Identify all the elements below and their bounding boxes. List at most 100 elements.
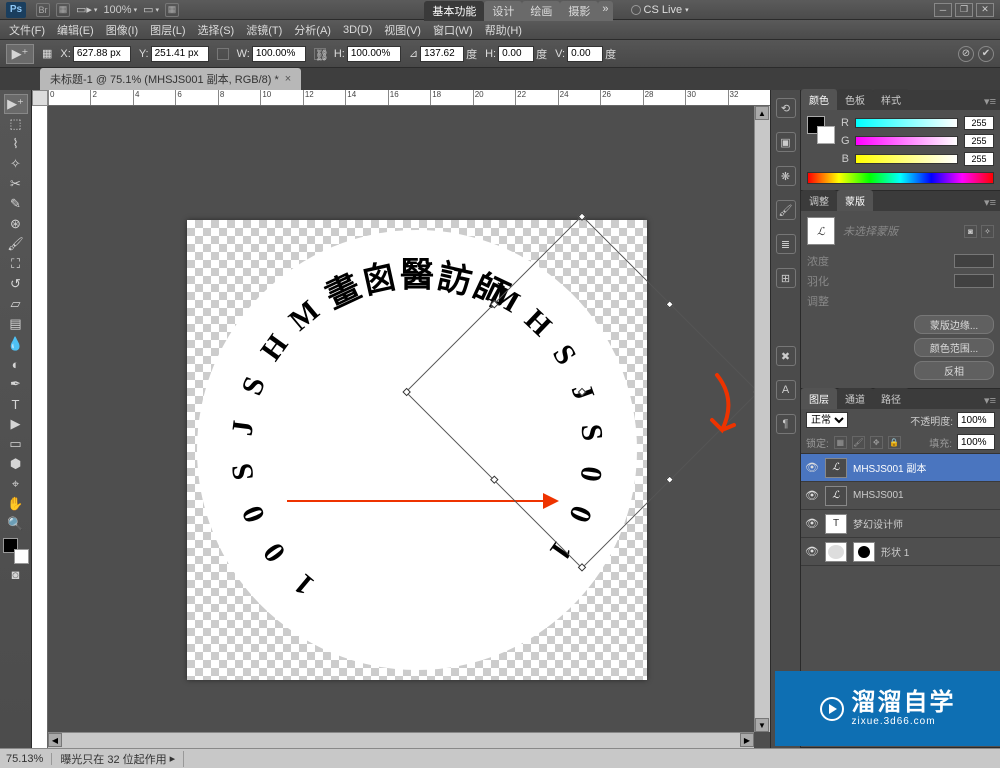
angle-input[interactable] <box>420 46 464 62</box>
tab-channels[interactable]: 通道 <box>837 388 873 409</box>
blur-tool[interactable]: 💧 <box>4 334 28 354</box>
brush-panel-icon[interactable]: 🖌 <box>776 200 796 220</box>
pixel-mask-icon[interactable]: ◙ <box>964 225 977 238</box>
tab-styles[interactable]: 样式 <box>873 89 909 110</box>
lock-pixels-icon[interactable]: 🖌 <box>852 436 865 449</box>
transform-handle[interactable] <box>665 475 673 483</box>
window-minimize[interactable]: ─ <box>934 3 952 17</box>
vskew-input[interactable] <box>567 46 603 62</box>
tab-adjust[interactable]: 调整 <box>801 190 837 211</box>
reference-point-widget[interactable]: ▦ <box>42 47 52 60</box>
slider-r[interactable] <box>855 118 958 128</box>
document-canvas[interactable]: MHSJS001 畫囪醫訪師 MHSJS001 <box>187 220 647 680</box>
panel-menu-icon[interactable]: ▾≡ <box>980 392 1000 409</box>
eraser-tool[interactable]: ▱ <box>4 294 28 314</box>
stamp-tool[interactable]: ⛶ <box>4 254 28 274</box>
actions-panel-icon[interactable]: ▣ <box>776 132 796 152</box>
canvas-scrollbar-horizontal[interactable]: ◀ ▶ <box>48 732 754 748</box>
commit-transform-button[interactable]: ✔ <box>978 46 994 62</box>
gradient-tool[interactable]: ▤ <box>4 314 28 334</box>
scroll-left-button[interactable]: ◀ <box>48 733 62 747</box>
crop-tool[interactable]: ✂ <box>4 174 28 194</box>
scroll-down-button[interactable]: ▼ <box>755 718 769 732</box>
hand-tool[interactable]: ✋ <box>4 494 28 514</box>
color-spectrum[interactable] <box>807 172 994 184</box>
wand-tool[interactable]: ✧ <box>4 154 28 174</box>
scroll-right-button[interactable]: ▶ <box>740 733 754 747</box>
panel-menu-icon[interactable]: ▾≡ <box>980 194 1000 211</box>
clone-panel-icon[interactable]: ⊞ <box>776 268 796 288</box>
menu-layer[interactable]: 图层(L) <box>145 20 190 40</box>
path-select-tool[interactable]: ▶ <box>4 414 28 434</box>
window-restore[interactable]: ❐ <box>955 3 973 17</box>
menu-3d[interactable]: 3D(D) <box>338 22 377 38</box>
menu-filter[interactable]: 滤镜(T) <box>241 20 287 40</box>
panel-fg-bg-swatch[interactable] <box>807 116 835 144</box>
status-info-menu[interactable]: 曝光只在 32 位起作用 ▸ <box>60 751 184 767</box>
pen-tool[interactable]: ✒ <box>4 374 28 394</box>
color-range-button[interactable]: 颜色范围... <box>914 338 994 357</box>
visibility-toggle[interactable]: 👁 <box>805 545 819 558</box>
history-brush-tool[interactable]: ↺ <box>4 274 28 294</box>
menu-analysis[interactable]: 分析(A) <box>289 20 336 40</box>
link-xy-icon[interactable] <box>217 48 229 60</box>
x-input[interactable] <box>73 46 131 62</box>
minibridge-icon[interactable]: ▦ <box>56 3 70 17</box>
feather-input[interactable] <box>954 274 994 288</box>
invert-button[interactable]: 反相 <box>914 361 994 380</box>
tab-color[interactable]: 颜色 <box>801 89 837 110</box>
properties-panel-icon[interactable]: ❋ <box>776 166 796 186</box>
tools-presets-icon[interactable]: ✖ <box>776 346 796 366</box>
fg-bg-swatch[interactable] <box>3 538 29 564</box>
window-close[interactable]: ✕ <box>976 3 994 17</box>
layer-row[interactable]: 👁 ℒ MHSJS001 <box>801 482 1000 510</box>
density-input[interactable] <box>954 254 994 268</box>
quickmask-toggle[interactable]: ◙ <box>4 564 28 584</box>
tab-layers[interactable]: 图层 <box>801 388 837 409</box>
menu-image[interactable]: 图像(I) <box>101 20 143 40</box>
slider-b[interactable] <box>855 154 958 164</box>
y-input[interactable] <box>151 46 209 62</box>
layer-row[interactable]: 👁 T 梦幻设计师 <box>801 510 1000 538</box>
w-input[interactable] <box>252 46 306 62</box>
character-panel-icon[interactable]: A <box>776 380 796 400</box>
tab-swatches[interactable]: 色板 <box>837 89 873 110</box>
h-input[interactable] <box>347 46 401 62</box>
layer-row[interactable]: 👁 ℒ MHSJS001 副本 <box>801 454 1000 482</box>
value-g[interactable] <box>964 134 994 148</box>
mask-edge-button[interactable]: 蒙版边缘... <box>914 315 994 334</box>
ruler-origin[interactable] <box>32 90 48 106</box>
lasso-tool[interactable]: ⌇ <box>4 134 28 154</box>
visibility-toggle[interactable]: 👁 <box>805 489 819 502</box>
layer-row[interactable]: 👁 形状 1 <box>801 538 1000 566</box>
visibility-toggle[interactable]: 👁 <box>805 461 819 474</box>
transform-handle[interactable] <box>665 300 673 308</box>
current-tool-icon[interactable]: ▶⁺ <box>6 44 34 64</box>
brush-presets-panel-icon[interactable]: ≣ <box>776 234 796 254</box>
blend-mode-select[interactable]: 正常 <box>806 412 848 428</box>
lock-transparent-icon[interactable]: ▦ <box>834 436 847 449</box>
tab-paths[interactable]: 路径 <box>873 388 909 409</box>
tab-mask[interactable]: 蒙版 <box>837 190 873 211</box>
fill-input[interactable] <box>957 434 995 450</box>
extras-icon[interactable]: ▦ <box>165 3 179 17</box>
menu-view[interactable]: 视图(V) <box>379 20 426 40</box>
zoom-tool[interactable]: 🔍 <box>4 514 28 534</box>
menu-select[interactable]: 选择(S) <box>193 20 240 40</box>
ruler-vertical[interactable] <box>32 106 48 748</box>
document-tab[interactable]: 未标题-1 @ 75.1% (MHSJS001 副本, RGB/8) * × <box>40 68 301 90</box>
screen-mode-dropdown[interactable]: ▭▾ <box>143 3 159 16</box>
cancel-transform-button[interactable]: ⊘ <box>958 46 974 62</box>
transform-center[interactable] <box>578 388 586 396</box>
shape-tool[interactable]: ▭ <box>4 434 28 454</box>
3d-camera-tool[interactable]: ⌖ <box>4 474 28 494</box>
link-wh-icon[interactable]: ⛓ <box>314 48 326 60</box>
transform-handle[interactable] <box>578 212 586 220</box>
dodge-tool[interactable]: ◐ <box>4 354 28 374</box>
ruler-horizontal[interactable]: 0 2 4 6 8 10 12 14 16 18 20 22 24 26 28 … <box>48 90 770 106</box>
type-tool[interactable]: T <box>4 394 28 414</box>
workspace-tab-design[interactable]: 设计 <box>484 1 522 21</box>
view-arrange-dropdown[interactable]: ▭▸▾ <box>76 3 97 16</box>
workspace-tab-photo[interactable]: 摄影 <box>560 1 598 21</box>
3d-tool[interactable]: ⬢ <box>4 454 28 474</box>
